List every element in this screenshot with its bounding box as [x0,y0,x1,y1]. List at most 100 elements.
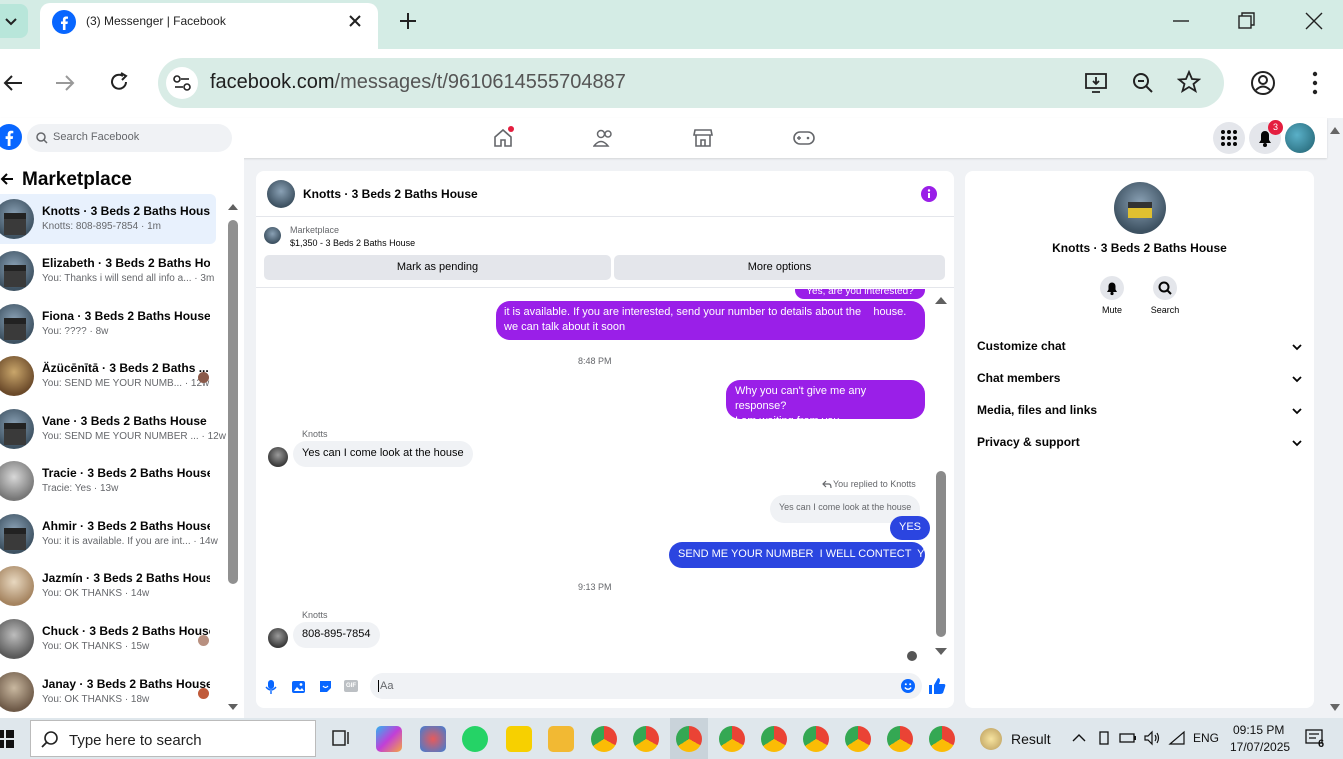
listing-thumbnail[interactable] [264,227,281,244]
taskbar-search-box[interactable]: Type here to search [30,720,316,757]
gaming-icon[interactable] [793,129,815,147]
thread-scroll-up-icon[interactable] [934,296,948,305]
sender-avatar[interactable] [268,628,288,648]
conversation-item[interactable]: Jazmín · 3 Beds 2 Baths House You: OK THA… [0,561,216,611]
conversation-item[interactable]: Janay · 3 Beds 2 Baths House You: OK THAN… [0,667,216,717]
chrome-profile-icon[interactable] [719,726,745,752]
sticky-notes-icon[interactable] [506,726,532,752]
reload-icon[interactable] [108,71,130,93]
like-icon[interactable] [928,677,946,695]
chat-header-avatar[interactable] [267,180,295,208]
conversation-item[interactable]: Tracie · 3 Beds 2 Baths House Tracie: Yes… [0,456,216,506]
clock-time[interactable]: 09:15 PM [1233,723,1284,737]
mark-pending-button[interactable]: Mark as pending [264,255,611,280]
microphone-icon[interactable] [265,679,277,695]
conversation-item[interactable]: Knotts · 3 Beds 2 Baths House Knotts: 808… [0,194,216,244]
whatsapp-icon[interactable] [462,726,488,752]
tray-device-icon[interactable] [1097,730,1111,746]
message-bubble-outgoing[interactable]: it is available. If you are interested, … [496,301,925,340]
mute-button[interactable]: Mute [1097,276,1127,321]
new-tab-icon[interactable] [398,11,418,31]
battery-icon[interactable] [1119,732,1137,744]
privacy-support-section[interactable]: Privacy & support [977,435,1303,455]
chrome-icon[interactable] [591,726,617,752]
close-tab-icon[interactable] [347,13,363,29]
list-scrollbar-thumb[interactable] [228,220,238,584]
wifi-icon[interactable] [1168,730,1186,746]
copilot-icon[interactable] [376,726,402,752]
weather-widget[interactable]: Result [978,726,1058,752]
chrome-profile-icon[interactable] [803,726,829,752]
customize-chat-section[interactable]: Customize chat [977,339,1303,359]
chrome-profile-icon[interactable] [633,726,659,752]
message-bubble-incoming[interactable]: 808-895-7854 [293,622,380,648]
conversation-item[interactable]: Äzücēnītā · 3 Beds 2 Baths ... You: SEND … [0,351,216,401]
search-conversation-button[interactable]: Search [1148,276,1182,321]
back-arrow-icon[interactable] [0,172,14,186]
account-avatar[interactable] [1285,123,1315,153]
conversation-item[interactable]: Elizabeth · 3 Beds 2 Baths Hou... You: Th… [0,246,216,296]
conversation-item[interactable]: Fiona · 3 Beds 2 Baths House You: ???? · … [0,299,216,349]
forward-icon[interactable] [54,72,76,94]
message-bubble-outgoing[interactable]: Why you can't give me any response? I am… [726,380,925,427]
message-bubble-outgoing[interactable]: YES [890,516,931,540]
back-icon[interactable] [2,72,24,94]
profile-icon[interactable] [1250,70,1276,96]
list-scroll-up-icon[interactable] [227,202,239,211]
message-bubble-outgoing[interactable]: SEND ME YOUR NUMBER I WELL CONTECT YOU [669,542,941,568]
photo-icon[interactable] [291,679,306,694]
facebook-search-box[interactable]: Search Facebook [27,124,232,152]
minimize-icon[interactable] [1172,12,1190,30]
chat-title[interactable]: Knotts · 3 Beds 2 Baths House [303,187,478,201]
browser-menu-icon[interactable] [1305,70,1325,96]
file-explorer-icon[interactable] [548,726,574,752]
media-files-links-section[interactable]: Media, files and links [977,403,1303,423]
marketplace-icon[interactable] [693,128,713,148]
list-scroll-down-icon[interactable] [227,703,239,712]
message-bubble-outgoing[interactable]: Yes, are you interested? [795,289,925,299]
listing-banner: Marketplace $1,350 - 3 Beds 2 Baths Hous… [256,218,954,288]
conversation-item[interactable]: Ahmir · 3 Beds 2 Baths House You: it is a… [0,509,218,559]
zoom-icon[interactable] [1131,71,1155,95]
clock-date[interactable]: 17/07/2025 [1230,740,1290,754]
browser-tab-active[interactable]: (3) Messenger | Facebook [40,3,378,49]
bookmark-star-icon[interactable] [1177,70,1201,94]
install-app-icon[interactable] [1084,71,1108,95]
chrome-profile-icon[interactable] [676,726,702,752]
chrome-profile-icon[interactable] [929,726,955,752]
site-info-icon[interactable] [166,67,198,99]
volume-icon[interactable] [1143,730,1161,746]
chrome-profile-icon[interactable] [761,726,787,752]
sender-avatar[interactable] [268,447,288,467]
gif-button[interactable]: GIF [344,680,358,692]
chrome-profile-icon[interactable] [845,726,871,752]
more-options-button[interactable]: More options [614,255,945,280]
thread-scroll-down-icon[interactable] [934,647,948,656]
message-bubble-incoming[interactable]: Yes can I come look at the house [293,441,473,467]
close-window-icon[interactable] [1305,12,1323,30]
sticker-icon[interactable] [318,679,333,694]
thread-scrollbar-thumb[interactable] [936,471,946,637]
message-input[interactable]: Aa [370,673,922,699]
conversation-item[interactable]: Vane · 3 Beds 2 Baths House You: SEND ME … [0,404,226,454]
restore-icon[interactable] [1237,12,1255,30]
menu-button[interactable] [1213,122,1245,154]
friends-icon[interactable] [593,128,615,148]
chat-members-section[interactable]: Chat members [977,371,1303,391]
conversation-name: Knotts · 3 Beds 2 Baths House [42,204,210,218]
show-hidden-icons-icon[interactable] [1072,733,1086,743]
task-view-icon[interactable] [331,729,351,747]
tab-list-button[interactable] [0,4,28,38]
paint-app-icon[interactable] [420,726,446,752]
page-scroll-up-icon[interactable] [1329,125,1341,135]
emoji-icon[interactable] [901,679,915,693]
language-indicator[interactable]: ENG [1193,731,1219,745]
windows-start-icon[interactable] [0,730,14,748]
page-scroll-down-icon[interactable] [1329,703,1341,713]
address-bar[interactable]: facebook.com/messages/t/9610614555704887 [158,58,1224,108]
conversation-item[interactable]: Chuck · 3 Beds 2 Baths House You: OK THAN… [0,614,216,664]
info-icon[interactable] [921,186,937,202]
chrome-profile-icon[interactable] [887,726,913,752]
facebook-logo-icon[interactable] [0,124,22,150]
details-avatar[interactable] [1114,182,1166,234]
